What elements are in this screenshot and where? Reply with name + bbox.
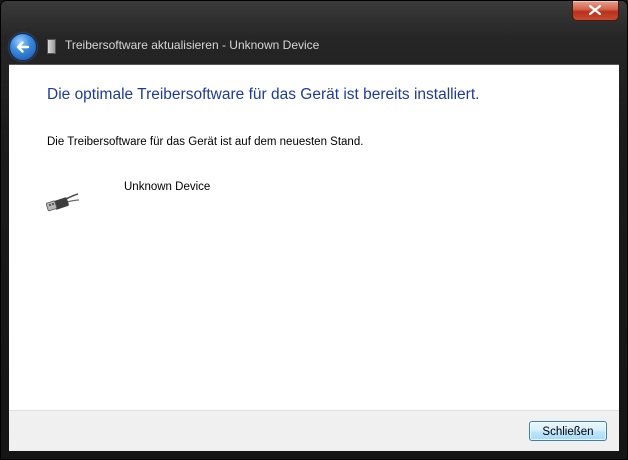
title-bar: Treibersoftware aktualisieren - Unknown … [1,1,627,63]
back-arrow-icon [16,41,30,53]
back-button[interactable] [9,33,37,61]
close-icon [589,5,601,15]
driver-icon [47,39,56,54]
window-close-button[interactable] [572,1,619,21]
page-heading: Die optimale Treibersoftware für das Ger… [47,86,480,103]
usb-plug-icon [46,193,80,212]
dialog-footer: Schließen [9,410,619,451]
status-description: Die Treibersoftware für das Gerät ist au… [47,136,364,148]
dialog-window: Treibersoftware aktualisieren - Unknown … [0,0,628,460]
main-content: Die optimale Treibersoftware für das Ger… [9,64,619,410]
window-title: Treibersoftware aktualisieren - Unknown … [65,38,320,52]
close-dialog-button[interactable]: Schließen [529,421,607,441]
device-name: Unknown Device [124,181,211,193]
